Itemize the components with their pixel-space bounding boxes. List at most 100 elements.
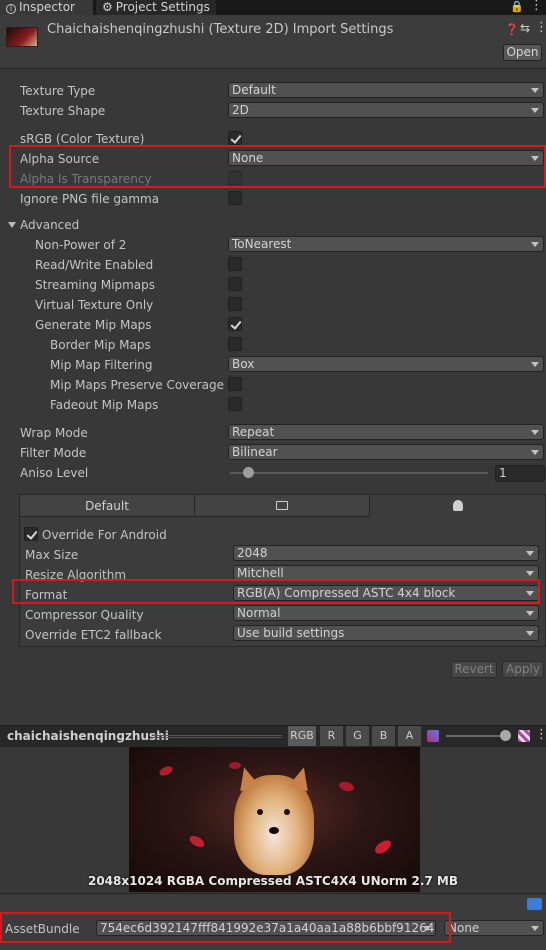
srgb-checkbox[interactable] bbox=[228, 131, 242, 145]
generate-mipmaps-checkbox[interactable] bbox=[228, 317, 242, 331]
petal-shape bbox=[372, 837, 394, 857]
dog-nose bbox=[269, 827, 279, 834]
override-android-label: Override For Android bbox=[42, 528, 167, 542]
mipmap-filtering-label: Mip Map Filtering bbox=[50, 358, 153, 372]
compressor-quality-label: Compressor Quality bbox=[25, 608, 144, 622]
petal-shape bbox=[338, 780, 355, 793]
window-tab-bar: i Inspector ⚙ Project Settings 🔒 ⋮ bbox=[0, 0, 546, 15]
border-mipmaps-checkbox[interactable] bbox=[228, 337, 242, 351]
channel-rgb-button[interactable]: RGB bbox=[287, 726, 316, 746]
highlight-format-box bbox=[12, 579, 540, 604]
override-etc2-label: Override ETC2 fallback bbox=[25, 628, 162, 642]
highlight-alpha-box bbox=[9, 145, 546, 188]
aniso-slider-handle[interactable] bbox=[243, 467, 254, 478]
chevron-down-icon bbox=[531, 430, 539, 435]
override-etc2-dropdown[interactable]: Use build settings bbox=[233, 625, 539, 641]
mip-slider-track[interactable] bbox=[446, 735, 508, 737]
chevron-down-icon bbox=[526, 631, 534, 636]
wrap-mode-label: Wrap Mode bbox=[20, 426, 88, 440]
texture-shape-dropdown[interactable]: 2D bbox=[228, 102, 544, 118]
dog-figure bbox=[234, 775, 314, 875]
channel-a-button[interactable]: A bbox=[397, 726, 421, 746]
mip-slider-handle[interactable] bbox=[500, 730, 511, 741]
override-android-checkbox[interactable] bbox=[24, 527, 38, 541]
aniso-slider-track[interactable] bbox=[230, 472, 488, 474]
preview-drag-handle[interactable] bbox=[152, 735, 282, 738]
read-write-checkbox[interactable] bbox=[228, 257, 242, 271]
ignore-png-label: Ignore PNG file gamma bbox=[20, 192, 160, 206]
preset-icon[interactable]: ⇆ bbox=[520, 21, 530, 35]
texture-preview-image bbox=[129, 747, 420, 892]
preview-more-icon[interactable]: ⋮ bbox=[535, 727, 546, 742]
mipmap-filtering-dropdown[interactable]: Box bbox=[228, 356, 544, 372]
platform-tab-default[interactable]: Default bbox=[20, 495, 195, 517]
generate-mipmaps-label: Generate Mip Maps bbox=[35, 318, 152, 332]
mipmaps-coverage-checkbox[interactable] bbox=[228, 377, 242, 391]
streaming-mipmaps-checkbox[interactable] bbox=[228, 277, 242, 291]
border-mipmaps-label: Border Mip Maps bbox=[50, 338, 151, 352]
alpha-blend-icon[interactable] bbox=[518, 730, 530, 742]
open-button[interactable]: Open bbox=[503, 44, 542, 61]
chevron-down-icon bbox=[526, 611, 534, 616]
texture-type-label: Texture Type bbox=[20, 84, 96, 98]
texture-info-label: 2048x1024 RGBA Compressed ASTC4X4 UNorm … bbox=[87, 874, 458, 888]
help-icon[interactable]: ❓ bbox=[505, 23, 519, 36]
compressor-quality-dropdown[interactable]: Normal bbox=[233, 605, 539, 621]
label-tag-icon[interactable] bbox=[527, 898, 542, 910]
texture-shape-label: Texture Shape bbox=[20, 104, 106, 118]
streaming-mipmaps-label: Streaming Mipmaps bbox=[35, 278, 156, 292]
filter-mode-dropdown[interactable]: Bilinear bbox=[228, 444, 544, 460]
info-icon: i bbox=[6, 4, 16, 14]
chevron-down-icon bbox=[531, 88, 539, 93]
virtual-texture-label: Virtual Texture Only bbox=[35, 298, 154, 312]
non-power-of-2-label: Non-Power of 2 bbox=[35, 238, 127, 252]
mipmaps-coverage-label: Mip Maps Preserve Coverage bbox=[50, 378, 224, 392]
chevron-down-icon bbox=[531, 242, 539, 247]
petal-shape bbox=[157, 764, 175, 778]
max-size-dropdown[interactable]: 2048 bbox=[233, 545, 539, 561]
non-power-of-2-dropdown[interactable]: ToNearest bbox=[228, 236, 544, 252]
revert-button[interactable]: Revert bbox=[451, 661, 497, 678]
filter-mode-label: Filter Mode bbox=[20, 446, 87, 460]
chevron-down-icon bbox=[531, 926, 539, 931]
ignore-png-checkbox[interactable] bbox=[228, 191, 242, 205]
gear-icon: ⚙ bbox=[102, 0, 113, 14]
lock-icon[interactable]: 🔒 bbox=[510, 0, 524, 13]
fadeout-mipmaps-checkbox[interactable] bbox=[228, 397, 242, 411]
advanced-foldout-label[interactable]: Advanced bbox=[20, 218, 79, 232]
aniso-level-input[interactable]: 1 bbox=[495, 465, 545, 482]
platform-tab-android[interactable] bbox=[370, 495, 545, 517]
chevron-down-icon bbox=[531, 450, 539, 455]
mipmap-icon bbox=[427, 730, 439, 742]
max-size-label: Max Size bbox=[25, 548, 79, 562]
virtual-texture-checkbox[interactable] bbox=[228, 297, 242, 311]
petal-shape bbox=[187, 833, 207, 850]
chevron-down-icon bbox=[531, 362, 539, 367]
foldout-arrow-icon[interactable] bbox=[8, 222, 16, 228]
highlight-assetbundle-box bbox=[0, 912, 451, 943]
channel-g-button[interactable]: G bbox=[345, 726, 369, 746]
more-options-icon[interactable]: ⋮ bbox=[535, 20, 546, 35]
wrap-mode-dropdown[interactable]: Repeat bbox=[228, 424, 544, 440]
texture-type-dropdown[interactable]: Default bbox=[228, 82, 544, 98]
tab-project-settings[interactable]: ⚙ Project Settings bbox=[96, 0, 216, 15]
apply-button[interactable]: Apply bbox=[502, 661, 544, 678]
read-write-label: Read/Write Enabled bbox=[35, 258, 154, 272]
page-title: Chaichaishenqingzhushi (Texture 2D) Impo… bbox=[47, 22, 394, 37]
channel-b-button[interactable]: B bbox=[371, 726, 395, 746]
aniso-level-label: Aniso Level bbox=[20, 466, 89, 480]
srgb-label: sRGB (Color Texture) bbox=[20, 132, 145, 146]
android-icon bbox=[452, 500, 463, 511]
dog-ear-right bbox=[288, 764, 314, 792]
more-menu-icon[interactable]: ⋮ bbox=[530, 0, 543, 13]
platform-tab-standalone[interactable] bbox=[195, 495, 370, 517]
chevron-down-icon bbox=[526, 551, 534, 556]
dog-eye-left bbox=[257, 809, 263, 815]
chevron-down-icon bbox=[526, 571, 534, 576]
dog-eye-right bbox=[284, 809, 290, 815]
tab-inspector[interactable]: i Inspector bbox=[0, 0, 93, 15]
texture-thumbnail bbox=[6, 27, 38, 47]
monitor-icon bbox=[276, 501, 288, 510]
channel-r-button[interactable]: R bbox=[319, 726, 343, 746]
assetbundle-variant-dropdown[interactable]: None bbox=[444, 920, 544, 936]
